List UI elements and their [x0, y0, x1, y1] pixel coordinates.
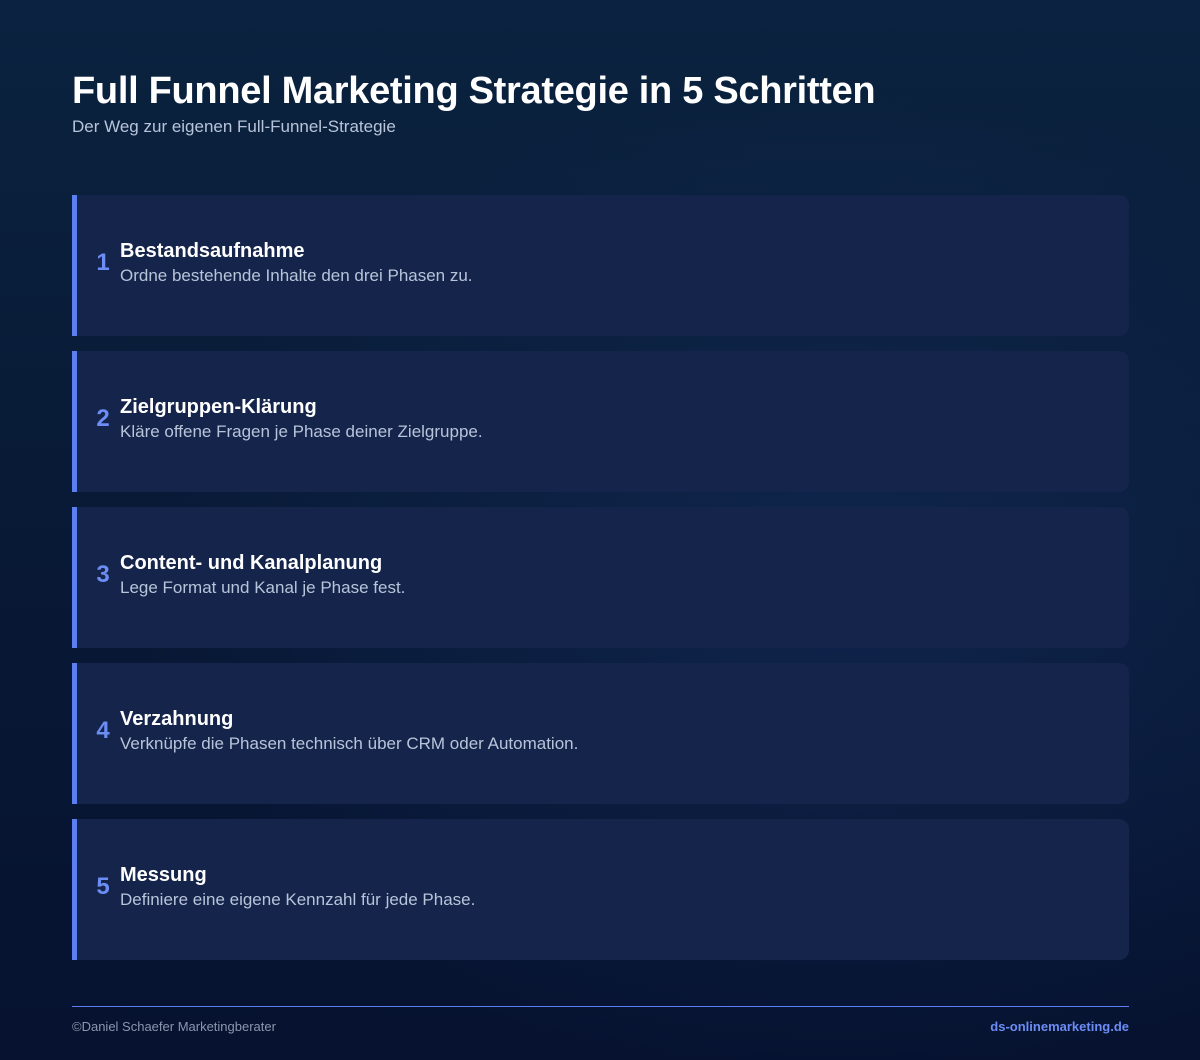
step-card-4: 4 Verzahnung Verknüpfe die Phasen techni… — [72, 663, 1129, 804]
page-footer: ©Daniel Schaefer Marketingberater ds-onl… — [72, 1006, 1129, 1034]
step-number: 1 — [96, 249, 110, 276]
page-title: Full Funnel Marketing Strategie in 5 Sch… — [72, 70, 876, 112]
step-title: Bestandsaufnahme — [120, 240, 305, 262]
step-text: Zielgruppen-Klärung Kläre offene Fragen … — [120, 395, 1109, 443]
step-description: Lege Format und Kanal je Phase fest. — [120, 578, 406, 597]
step-text: Messung Definiere eine eigene Kennzahl f… — [120, 863, 1109, 911]
step-number: 2 — [96, 405, 110, 432]
step-description: Definiere eine eigene Kennzahl für jede … — [120, 890, 476, 909]
step-title: Verzahnung — [120, 708, 234, 730]
step-text: Content- und Kanalplanung Lege Format un… — [120, 551, 1109, 599]
steps-list: 1 Bestandsaufnahme Ordne bestehende Inha… — [72, 195, 1129, 975]
step-description: Ordne bestehende Inhalte den drei Phasen… — [120, 266, 473, 285]
step-card-1: 1 Bestandsaufnahme Ordne bestehende Inha… — [72, 195, 1129, 336]
page-header: Full Funnel Marketing Strategie in 5 Sch… — [72, 68, 1128, 138]
website-link[interactable]: ds-onlinemarketing.de — [990, 1019, 1129, 1034]
step-card-5: 5 Messung Definiere eine eigene Kennzahl… — [72, 819, 1129, 960]
step-description: Kläre offene Fragen je Phase deiner Ziel… — [120, 422, 483, 441]
step-title: Messung — [120, 864, 207, 886]
step-text: Bestandsaufnahme Ordne bestehende Inhalt… — [120, 239, 1109, 287]
step-description: Verknüpfe die Phasen technisch über CRM … — [120, 734, 579, 753]
step-card-2: 2 Zielgruppen-Klärung Kläre offene Frage… — [72, 351, 1129, 492]
step-title: Content- und Kanalplanung — [120, 552, 383, 574]
step-text: Verzahnung Verknüpfe die Phasen technisc… — [120, 707, 1109, 755]
step-number: 3 — [96, 561, 110, 588]
step-number: 4 — [96, 717, 110, 744]
step-title: Zielgruppen-Klärung — [120, 396, 317, 418]
step-number: 5 — [96, 873, 110, 900]
copyright-text: ©Daniel Schaefer Marketingberater — [72, 1019, 276, 1034]
page-subtitle: Der Weg zur eigenen Full-Funnel-Strategi… — [72, 117, 396, 136]
step-card-3: 3 Content- und Kanalplanung Lege Format … — [72, 507, 1129, 648]
